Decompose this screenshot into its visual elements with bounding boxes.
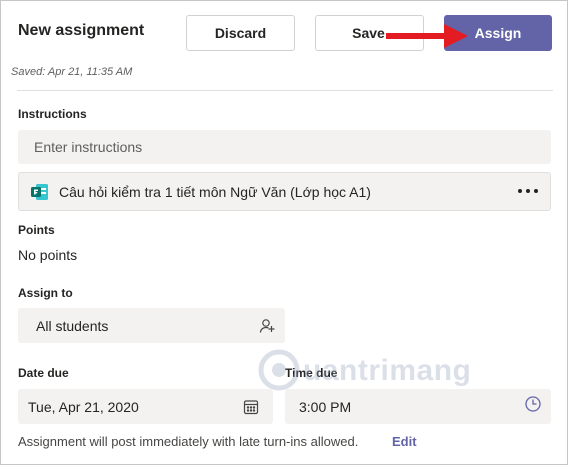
assign-to-field[interactable]: All students (18, 308, 285, 343)
assign-to-value: All students (36, 317, 109, 334)
saved-status: Saved: Apr 21, 11:35 AM (11, 66, 133, 78)
add-person-icon[interactable] (258, 317, 276, 335)
edit-link[interactable]: Edit (392, 434, 417, 449)
attachment-name: Câu hỏi kiểm tra 1 tiết môn Ngữ Văn (Lớp… (59, 183, 371, 200)
forms-icon (31, 183, 49, 201)
header-divider (17, 90, 553, 91)
instructions-input[interactable]: Enter instructions (18, 130, 551, 164)
header: New assignment Saved: Apr 21, 11:35 AM D… (1, 1, 567, 90)
points-value[interactable]: No points (18, 247, 77, 263)
date-due-label: Date due (18, 366, 69, 380)
watermark-text: uantrimang (303, 354, 472, 387)
watermark-logo: uantrimang (257, 344, 497, 398)
time-due-value: 3:00 PM (299, 398, 352, 415)
new-assignment-panel: New assignment Saved: Apr 21, 11:35 AM D… (0, 0, 568, 465)
calendar-icon[interactable] (242, 398, 260, 416)
save-button-label: Save (352, 25, 385, 41)
clock-icon[interactable] (524, 395, 542, 413)
instructions-placeholder: Enter instructions (34, 139, 143, 155)
date-due-value: Tue, Apr 21, 2020 (28, 398, 139, 415)
attachment-item[interactable]: Câu hỏi kiểm tra 1 tiết môn Ngữ Văn (Lớp… (18, 172, 551, 211)
more-options-icon[interactable] (518, 186, 538, 196)
points-label: Points (18, 223, 55, 237)
assign-to-label: Assign to (18, 286, 73, 300)
red-arrow-annotation (386, 24, 468, 48)
instructions-label: Instructions (18, 107, 87, 121)
discard-button[interactable]: Discard (186, 15, 295, 51)
date-due-field[interactable]: Tue, Apr 21, 2020 (18, 389, 273, 424)
post-info-text: Assignment will post immediately with la… (18, 434, 359, 449)
page-title: New assignment (18, 22, 145, 39)
